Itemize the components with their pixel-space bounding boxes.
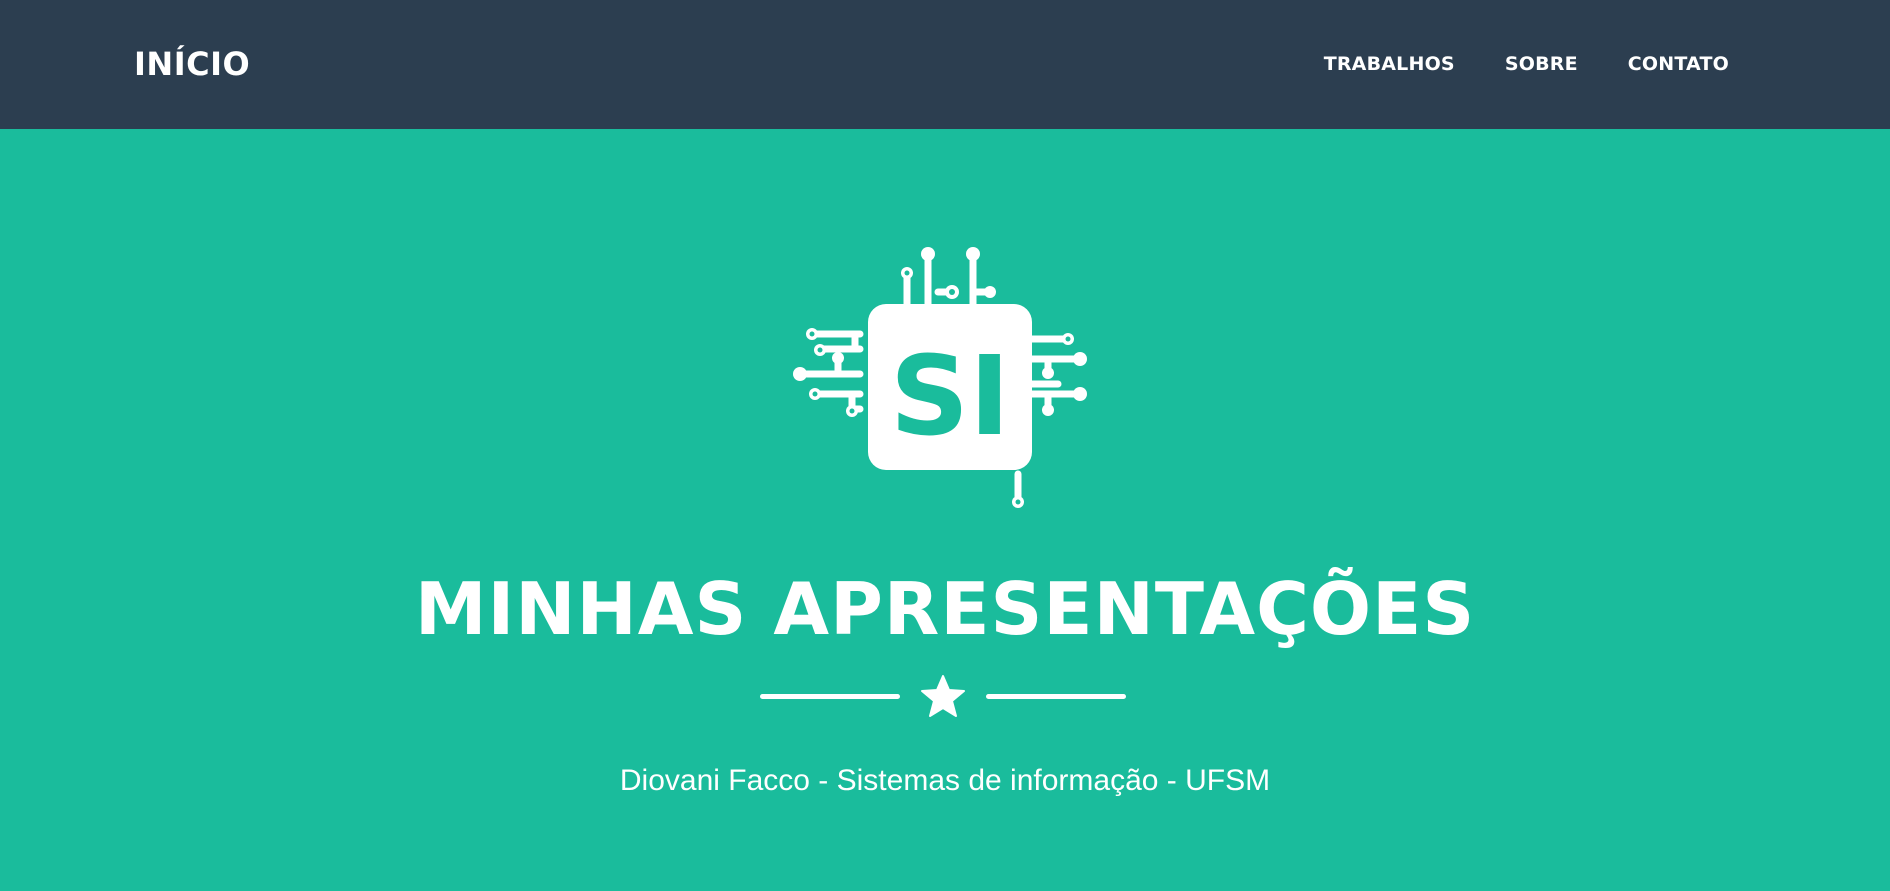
nav-link-sobre[interactable]: SOBRE: [1505, 48, 1578, 80]
nav-link-trabalhos[interactable]: TRABALHOS: [1324, 48, 1455, 80]
page-title: MINHAS APRESENTAÇÕES: [414, 567, 1476, 651]
circuit-chip-icon: SI: [793, 247, 1087, 508]
star-divider: [760, 674, 1126, 720]
divider-line-right: [986, 694, 1126, 699]
logo-text: SI: [890, 332, 1010, 460]
star-icon: [921, 675, 965, 717]
divider-line-left: [760, 694, 900, 699]
navbar: INÍCIO TRABALHOS SOBRE CONTATO: [0, 0, 1890, 129]
nav-link-contato[interactable]: CONTATO: [1628, 48, 1729, 80]
hero-section: SI MINHAS APRESENTAÇÕES Diovani Facco - …: [0, 129, 1890, 891]
brand-home-link[interactable]: INÍCIO: [134, 40, 250, 88]
subtitle: Diovani Facco - Sistemas de informação -…: [619, 764, 1271, 797]
nav-links: TRABALHOS SOBRE CONTATO: [1324, 48, 1729, 80]
